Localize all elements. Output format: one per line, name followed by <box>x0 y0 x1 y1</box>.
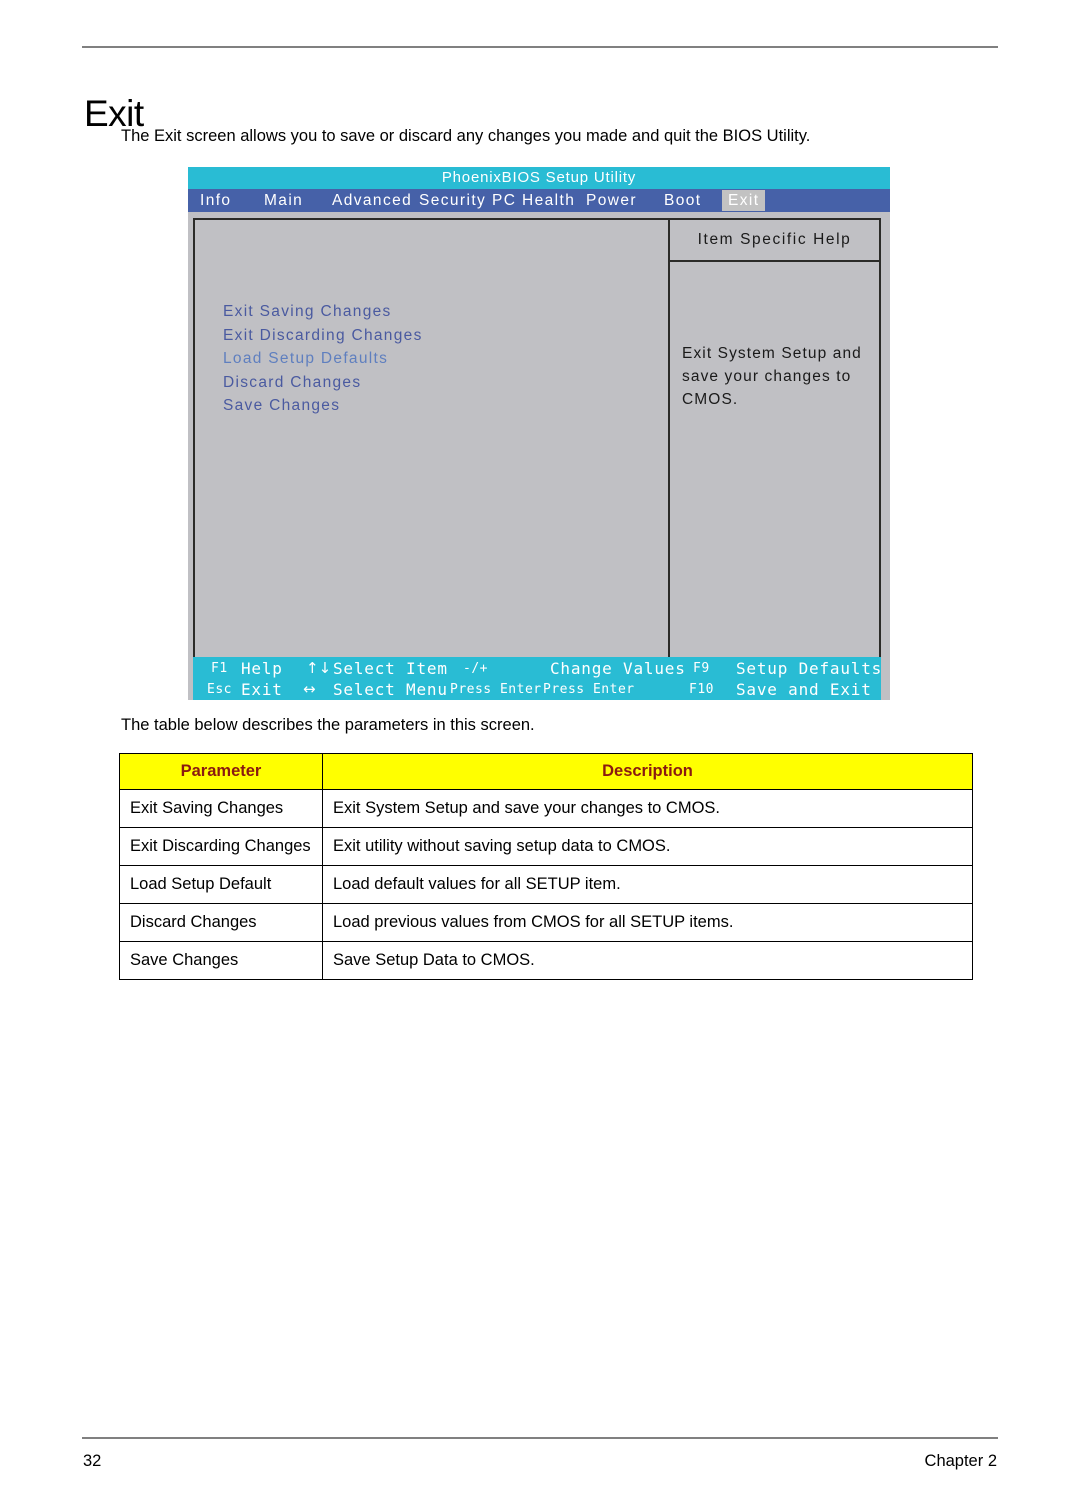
item-specific-help-title: Item Specific Help <box>697 231 852 248</box>
menu-item-exit-discarding-changes[interactable]: Exit Discarding Changes <box>223 324 653 348</box>
help-line-2: save your changes to <box>682 368 852 385</box>
cell-parameter: Discard Changes <box>119 903 323 942</box>
cell-parameter: Save Changes <box>119 941 323 980</box>
tab-advanced[interactable]: Advanced <box>326 190 418 211</box>
left-right-arrow-icon: ↔ <box>303 680 316 698</box>
bios-menu-list: Exit Saving Changes Exit Discarding Chan… <box>223 300 653 418</box>
bios-setup-screen: PhoenixBIOS Setup Utility Info Main Adva… <box>188 167 890 700</box>
cell-parameter: Exit Saving Changes <box>119 789 323 828</box>
footer-chapter: Chapter 2 <box>924 1452 997 1470</box>
table-row: Exit Discarding Changes Exit utility wit… <box>119 827 973 866</box>
bios-key-help-bar: F1 Help ↑↓ Select Item -/+ Change Values… <box>193 657 881 700</box>
key-f10: F10 <box>689 682 714 697</box>
help-title-underline <box>670 260 879 262</box>
key-esc-action: Exit <box>241 680 283 699</box>
table-intro-paragraph: The table below describes the parameters… <box>121 716 535 734</box>
key-select-item-action: Select Item <box>333 659 448 678</box>
cell-parameter: Load Setup Default <box>119 865 323 904</box>
table-row: Discard Changes Load previous values fro… <box>119 903 973 942</box>
key-f10-action: Save and Exit <box>736 680 872 699</box>
tab-exit[interactable]: Exit <box>722 190 766 211</box>
table-row: Save Changes Save Setup Data to CMOS. <box>119 941 973 980</box>
menu-item-discard-changes[interactable]: Discard Changes <box>223 371 653 395</box>
menu-item-save-changes[interactable]: Save Changes <box>223 394 653 418</box>
key-change-values-action: Change Values <box>550 659 686 678</box>
cell-description: Exit System Setup and save your changes … <box>322 789 973 828</box>
cell-description: Load default values for all SETUP item. <box>322 865 973 904</box>
tab-info[interactable]: Info <box>194 190 237 211</box>
tab-power[interactable]: Power <box>580 190 643 211</box>
key-f1: F1 <box>211 661 228 676</box>
column-header-description: Description <box>322 753 973 790</box>
menu-item-exit-saving-changes[interactable]: Exit Saving Changes <box>223 300 653 324</box>
help-line-1: Exit System Setup and <box>682 345 862 362</box>
key-select-menu-action: Select Menu <box>333 680 448 699</box>
key-press-enter-1: Press Enter <box>450 682 542 697</box>
column-header-parameter: Parameter <box>119 753 323 790</box>
table-row: Load Setup Default Load default values f… <box>119 865 973 904</box>
tab-security-wrap <box>188 190 200 211</box>
footer-rule <box>82 1437 998 1439</box>
key-help-row-2: Esc Exit ↔ Select Menu Press Enter Press… <box>193 679 881 700</box>
table-row: Exit Saving Changes Exit System Setup an… <box>119 789 973 828</box>
header-rule <box>82 46 998 48</box>
footer-page-number: 32 <box>83 1452 102 1470</box>
cell-description: Save Setup Data to CMOS. <box>322 941 973 980</box>
tab-pc-health[interactable]: PC Health <box>486 190 581 211</box>
key-f9-action: Setup Defaults <box>736 659 883 678</box>
bios-tab-bar: Info Main Advanced Security PC Health Po… <box>188 189 890 212</box>
intro-paragraph: The Exit screen allows you to save or di… <box>121 127 811 145</box>
key-f9: F9 <box>693 661 710 676</box>
item-specific-help-body: Exit System Setup and save your changes … <box>682 342 872 411</box>
key-f1-action: Help <box>241 659 283 678</box>
bios-title-bar: PhoenixBIOS Setup Utility <box>188 167 890 189</box>
panel-divider <box>668 220 670 663</box>
cell-parameter: Exit Discarding Changes <box>119 827 323 866</box>
key-esc: Esc <box>207 682 232 697</box>
up-down-arrow-icon: ↑↓ <box>306 659 332 677</box>
tab-boot[interactable]: Boot <box>658 190 708 211</box>
menu-item-load-setup-defaults[interactable]: Load Setup Defaults <box>223 347 653 371</box>
key-press-enter-2: Press Enter <box>543 682 635 697</box>
tab-security[interactable]: Security <box>413 190 492 211</box>
tab-main[interactable]: Main <box>258 190 309 211</box>
cell-description: Load previous values from CMOS for all S… <box>322 903 973 942</box>
key-help-row-1: F1 Help ↑↓ Select Item -/+ Change Values… <box>193 658 881 679</box>
cell-description: Exit utility without saving setup data t… <box>322 827 973 866</box>
key-minus-plus: -/+ <box>463 661 488 676</box>
parameters-table: Parameter Description Exit Saving Change… <box>119 753 973 980</box>
help-line-3: CMOS. <box>682 391 739 408</box>
bios-body: Exit Saving Changes Exit Discarding Chan… <box>193 218 881 665</box>
table-header-row: Parameter Description <box>119 753 973 790</box>
